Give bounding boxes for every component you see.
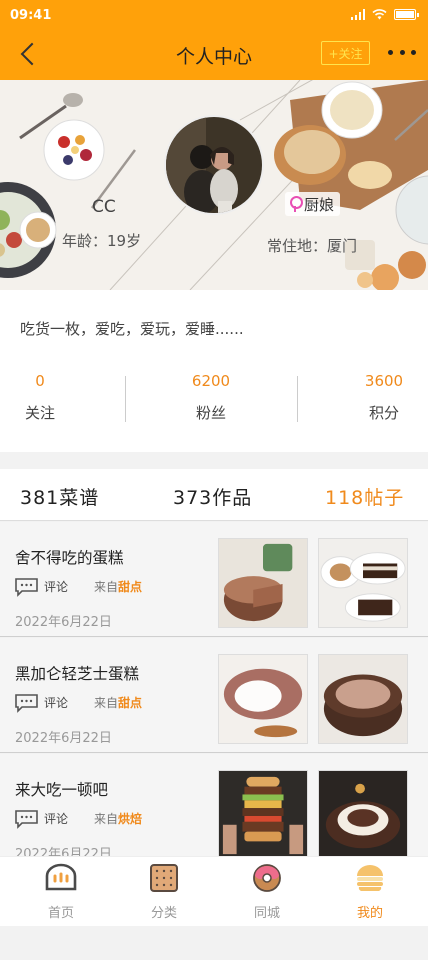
- stat-following[interactable]: 0 关注: [0, 372, 100, 423]
- username: CC: [92, 197, 116, 217]
- female-icon: [289, 195, 303, 213]
- content-tabs: 381菜谱 373作品 118帖子: [0, 469, 428, 521]
- location-info: 常住地： 厦门: [267, 235, 357, 256]
- divider: [297, 376, 298, 422]
- nav-bar: 个人中心 +关注: [0, 32, 428, 80]
- post-source: 来自 甜点: [94, 694, 142, 711]
- from-label: 来自: [94, 812, 119, 826]
- stat-followers[interactable]: 6200 粉丝: [151, 372, 271, 423]
- status-icons: [350, 9, 419, 20]
- age-label: 年龄：: [62, 232, 108, 250]
- post-title: 来大吃一顿吧: [15, 781, 109, 799]
- more-options-button[interactable]: [388, 42, 416, 62]
- donut-icon: [253, 864, 281, 892]
- tab-mine[interactable]: 我的: [335, 863, 405, 921]
- post-image[interactable]: [318, 654, 408, 744]
- battery-icon: [394, 9, 419, 20]
- post-source: 来自 甜点: [94, 578, 142, 595]
- category-link[interactable]: 烘焙: [118, 810, 142, 827]
- comment-label[interactable]: 评论: [44, 578, 68, 595]
- comment-icon[interactable]: [14, 693, 39, 713]
- comment-label[interactable]: 评论: [44, 810, 68, 827]
- tab-label: 分类: [150, 906, 177, 921]
- post-date: 2022年6月22日: [15, 615, 112, 630]
- stat-value: 3600: [364, 372, 404, 390]
- age-value: 19岁: [107, 232, 142, 250]
- user-bio: 吃货一枚，爱吃，爱玩，爱睡......: [20, 320, 244, 338]
- stat-points[interactable]: 3600 积分: [324, 372, 428, 423]
- burger-icon: [357, 865, 383, 892]
- signal-icon: [350, 9, 365, 20]
- user-tag: 厨娘: [285, 192, 341, 216]
- stat-value: 6200: [191, 372, 231, 390]
- post-title: 黑加仑轻芝士蛋糕: [15, 665, 140, 683]
- post-image[interactable]: [318, 770, 408, 860]
- follow-button[interactable]: +关注: [321, 41, 370, 65]
- avatar-photo: [166, 117, 262, 213]
- post-image[interactable]: [218, 770, 308, 860]
- status-time: 09:41: [10, 8, 52, 23]
- tab-recipes[interactable]: 381菜谱: [20, 483, 99, 510]
- stat-label: 关注: [24, 404, 55, 422]
- comment-icon[interactable]: [14, 809, 39, 829]
- from-label: 来自: [94, 580, 119, 594]
- list-item[interactable]: 来大吃一顿吧 评论 来自 烘焙 2022年6月22日: [0, 754, 428, 869]
- list-item[interactable]: 舍不得吃的蛋糕 评论 来自 甜点 2022年6月22日: [0, 522, 428, 637]
- location-value: 厦门: [327, 237, 358, 255]
- comment-icon[interactable]: [14, 577, 39, 597]
- bottom-tab-bar: 首页 分类 同城 我的: [0, 856, 428, 926]
- divider: [125, 376, 126, 422]
- bread-icon: [45, 863, 77, 891]
- tab-home[interactable]: 首页: [26, 863, 96, 921]
- post-image[interactable]: [218, 654, 308, 744]
- profile-banner: CC 年龄： 19岁 厨娘 常住地： 厦门: [0, 80, 428, 290]
- tab-label: 同城: [253, 906, 280, 921]
- tag-label: 厨娘: [304, 195, 335, 214]
- wifi-icon: [372, 9, 387, 20]
- post-date: 2022年6月22日: [15, 731, 112, 746]
- profile-info: 吃货一枚，爱吃，爱玩，爱睡...... 0 关注 6200 粉丝 3600 积分: [0, 290, 428, 452]
- from-label: 来自: [94, 696, 119, 710]
- tab-works[interactable]: 373作品: [173, 483, 252, 510]
- stat-value: 0: [35, 372, 45, 390]
- tab-label: 我的: [356, 906, 383, 921]
- post-image[interactable]: [318, 538, 408, 628]
- stat-label: 粉丝: [195, 404, 226, 422]
- tab-category[interactable]: 分类: [129, 863, 199, 921]
- category-link[interactable]: 甜点: [118, 694, 142, 711]
- comment-label[interactable]: 评论: [44, 694, 68, 711]
- stat-label: 积分: [368, 404, 399, 422]
- avatar[interactable]: [164, 115, 264, 215]
- tab-posts[interactable]: 118帖子: [325, 483, 404, 510]
- tab-label: 首页: [47, 906, 74, 921]
- post-image[interactable]: [218, 538, 308, 628]
- list-item[interactable]: 黑加仑轻芝士蛋糕 评论 来自 甜点 2022年6月22日: [0, 638, 428, 753]
- post-source: 来自 烘焙: [94, 810, 142, 827]
- status-bar: 09:41: [0, 0, 428, 32]
- biscuit-icon: [150, 864, 178, 892]
- location-label: 常住地：: [267, 237, 328, 255]
- tab-nearby[interactable]: 同城: [232, 863, 302, 921]
- post-title: 舍不得吃的蛋糕: [15, 549, 124, 567]
- category-link[interactable]: 甜点: [118, 578, 142, 595]
- age-info: 年龄： 19岁: [62, 230, 141, 251]
